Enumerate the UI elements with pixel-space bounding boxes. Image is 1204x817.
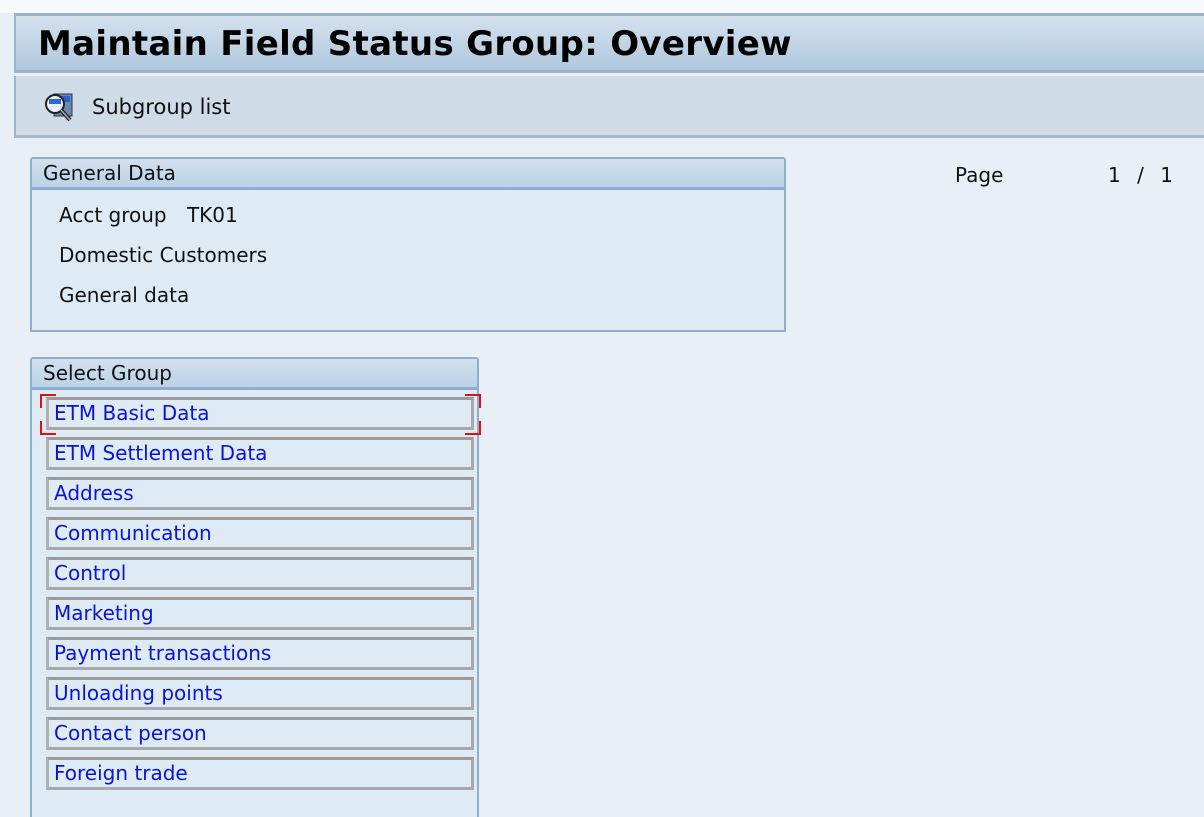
acct-group-row: Acct group TK01 [59, 203, 238, 227]
group-item-contact-person[interactable]: Contact person [46, 717, 474, 750]
subgroup-list-button[interactable]: Subgroup list [42, 90, 230, 124]
page-title: Maintain Field Status Group: Overview [38, 24, 792, 64]
section-name: General data [59, 283, 190, 307]
subgroup-list-label: Subgroup list [92, 95, 231, 119]
acct-group-value: TK01 [186, 203, 238, 227]
application-toolbar: Subgroup list [14, 76, 1204, 138]
acct-group-description: Domestic Customers [59, 243, 268, 267]
group-item-etm-basic-data[interactable]: ETM Basic Data [46, 397, 474, 430]
window-top-strip [0, 0, 1204, 13]
focus-indicator-corner [465, 394, 481, 408]
group-item-foreign-trade[interactable]: Foreign trade [46, 757, 474, 790]
group-item-address[interactable]: Address [46, 477, 474, 510]
search-list-icon [45, 93, 73, 122]
focus-indicator-corner [40, 394, 56, 408]
group-item-payment-transactions[interactable]: Payment transactions [46, 637, 474, 670]
page-total: 1 [1160, 163, 1173, 187]
acct-group-label: Acct group [59, 203, 167, 227]
page-separator: / [1137, 163, 1144, 187]
select-group-panel: Select Group ETM Basic Data ETM Settlemen… [30, 357, 481, 817]
group-item-etm-settlement-data[interactable]: ETM Settlement Data [46, 437, 474, 470]
select-group-header: Select Group [32, 359, 477, 390]
page-indicator: 1 / 1 [1108, 163, 1173, 187]
general-data-header: General Data [32, 159, 784, 190]
group-item-communication[interactable]: Communication [46, 517, 474, 550]
group-item-unloading-points[interactable]: Unloading points [46, 677, 474, 710]
group-item-marketing[interactable]: Marketing [46, 597, 474, 630]
focus-indicator-corner [40, 421, 56, 435]
title-bar: Maintain Field Status Group: Overview [14, 13, 1204, 73]
page-label: Page [955, 163, 1004, 187]
general-data-panel: General Data Acct group TK01 Domestic Cu… [30, 157, 786, 332]
page-current: 1 [1108, 163, 1121, 187]
focus-indicator-corner [465, 421, 481, 435]
group-item-control[interactable]: Control [46, 557, 474, 590]
